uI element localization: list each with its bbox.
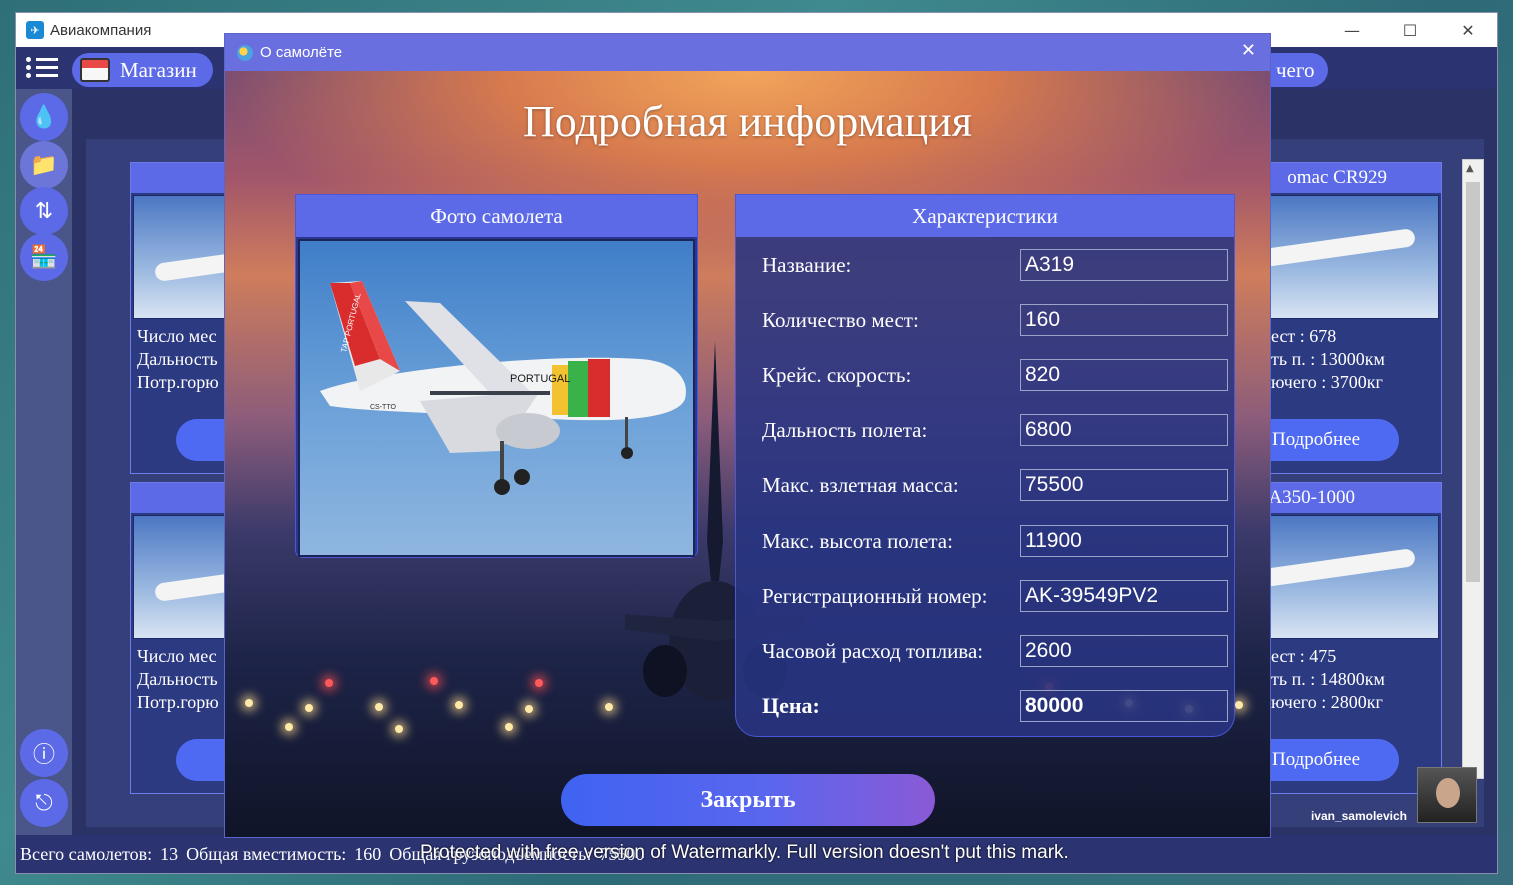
spec-row-registration: Регистрационный номер: AK-39549PV2	[762, 580, 1228, 612]
close-button[interactable]: Закрыть	[561, 774, 935, 826]
card-line: ть п. : 14800км	[1271, 669, 1385, 689]
spec-row-ceiling: Макс. высота полета: 11900	[762, 525, 1228, 557]
globe-icon	[237, 44, 253, 61]
scroll-thumb[interactable]	[1466, 182, 1480, 582]
spec-ceiling-field[interactable]: 11900	[1020, 525, 1228, 557]
main-window-title: Авиакомпания	[50, 21, 152, 39]
spec-fuel-field[interactable]: 2600	[1020, 635, 1228, 667]
shop-icon	[80, 58, 110, 82]
spec-row-price: Цена: 80000	[762, 690, 1228, 722]
livery-registration: CS-TTO	[370, 404, 396, 411]
spec-label: Дальность полета:	[762, 417, 928, 442]
specs-panel-header: Характеристики	[736, 195, 1234, 237]
total-aircraft-label: Всего самолетов:	[20, 843, 153, 864]
close-window-button[interactable]: ✕	[1439, 13, 1497, 47]
spec-mtow-field[interactable]: 75500	[1020, 469, 1228, 501]
total-aircraft-value: 13	[160, 843, 179, 864]
avatar[interactable]	[1417, 767, 1477, 823]
spec-registration-field[interactable]: AK-39549PV2	[1020, 580, 1228, 612]
sidebar: 💧 📁 ⇅ 🏪 ⓘ ⎋	[16, 89, 72, 837]
maximize-button[interactable]: ☐	[1381, 13, 1439, 47]
store-icon[interactable]: 🏪	[20, 233, 68, 281]
total-capacity-label: Общая вместимость:	[186, 843, 347, 864]
aircraft-photo-drawing: PORTUGAL TAP PORTUGAL CS-TTO	[320, 281, 686, 495]
folder-icon[interactable]: 📁	[20, 141, 68, 189]
dialog-title: О самолёте	[260, 44, 343, 61]
spec-row-seats: Количество мест: 160	[762, 304, 1228, 336]
fuel-drop-icon[interactable]: 💧	[20, 93, 68, 141]
spec-label: Макс. взлетная масса:	[762, 472, 959, 497]
photo-panel-header: Фото самолета	[296, 195, 697, 237]
spec-label: Часовой расход топлива:	[762, 638, 984, 663]
spec-row-mtow: Макс. взлетная масса: 75500	[762, 469, 1228, 501]
nav-partial-label: чего	[1276, 57, 1315, 82]
dialog-titlebar: О самолёте ✕	[225, 34, 1270, 71]
scroll-up-icon[interactable]: ▲	[1466, 163, 1474, 174]
window-controls: — ☐ ✕	[1323, 13, 1497, 47]
spec-cruise-speed-field[interactable]: 820	[1020, 359, 1228, 391]
spec-row-cruise-speed: Крейс. скорость: 820	[762, 359, 1228, 391]
spec-price-field[interactable]: 80000	[1020, 690, 1228, 722]
aircraft-photo: PORTUGAL TAP PORTUGAL CS-TTO	[298, 239, 695, 557]
username: ivan_samolevich	[1310, 809, 1407, 823]
spec-row-range: Дальность полета: 6800	[762, 414, 1228, 446]
card-line: ючего : 2800кг	[1271, 692, 1383, 712]
user-badge: ivan_samolevich	[1311, 767, 1477, 823]
dialog-close-icon[interactable]: ✕	[1241, 40, 1256, 61]
app-icon: ✈	[26, 21, 44, 39]
exit-icon[interactable]: ⎋	[20, 779, 68, 827]
info-icon[interactable]: ⓘ	[20, 729, 68, 777]
spec-range-field[interactable]: 6800	[1020, 414, 1228, 446]
spec-seats-field[interactable]: 160	[1020, 304, 1228, 336]
spec-label: Цена:	[762, 693, 820, 718]
hamburger-menu-icon[interactable]	[26, 53, 58, 83]
livery-airline-text: PORTUGAL	[510, 373, 570, 385]
watermark-text: Protected with free version of Watermark…	[420, 842, 1069, 863]
card-line: ючего : 3700кг	[1271, 372, 1383, 392]
sort-icon[interactable]: ⇅	[20, 187, 68, 235]
card-line: ть п. : 13000км	[1271, 349, 1385, 369]
spec-row-name: Название: A319	[762, 249, 1228, 281]
photo-panel: Фото самолета PORTUGAL TAP PORTUGAL CS-T…	[295, 194, 698, 558]
total-capacity-value: 160	[354, 843, 382, 864]
spec-row-fuel: Часовой расход топлива: 2600	[762, 635, 1228, 667]
spec-label: Макс. высота полета:	[762, 528, 953, 553]
card-line: ест : 678	[1271, 326, 1337, 346]
nav-shop-label: Магазин	[120, 57, 197, 82]
minimize-button[interactable]: —	[1323, 13, 1381, 47]
aircraft-details-dialog: О самолёте ✕ Подробная информация Фото с…	[224, 33, 1271, 838]
card-line: ест : 475	[1271, 646, 1337, 666]
spec-label: Количество мест:	[762, 307, 919, 332]
nav-shop-button[interactable]: Магазин	[72, 53, 213, 87]
specs-panel: Характеристики Название: A319 Количество…	[735, 194, 1235, 737]
spec-label: Регистрационный номер:	[762, 583, 988, 608]
spec-label: Название:	[762, 252, 852, 277]
list-scrollbar[interactable]: ▲	[1462, 159, 1484, 779]
dialog-heading: Подробная информация	[523, 97, 972, 146]
spec-label: Крейс. скорость:	[762, 362, 912, 387]
spec-name-field[interactable]: A319	[1020, 249, 1228, 281]
